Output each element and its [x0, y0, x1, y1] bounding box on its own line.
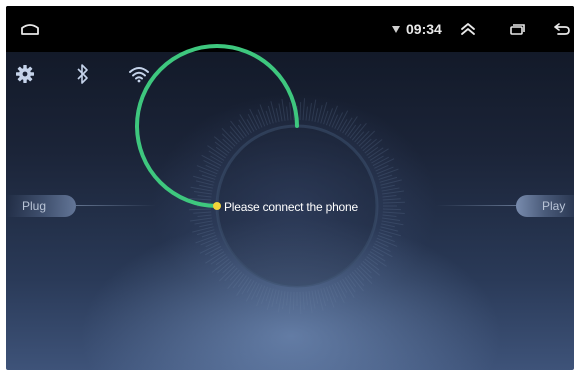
ring-indicator-dot: [213, 202, 221, 210]
halo-tick: [328, 285, 337, 303]
halo-tick: [282, 291, 286, 310]
halo-tick: [194, 220, 213, 225]
halo-tick: [381, 220, 404, 226]
halo-tick: [311, 99, 317, 122]
halo-tick: [259, 104, 269, 126]
halo-tick: [197, 214, 212, 217]
halo-tick: [374, 243, 391, 253]
halo-tick: [292, 291, 295, 310]
halo-tick: [314, 108, 319, 122]
halo-tick: [325, 286, 335, 308]
halo-tick: [382, 208, 401, 211]
halo-tick: [288, 291, 292, 314]
halo-tick: [336, 281, 347, 299]
halo-tick: [308, 291, 313, 314]
halo-tick: [257, 109, 266, 127]
halo-tick: [366, 256, 379, 266]
halo-tick: [275, 108, 280, 122]
halo-tick: [237, 124, 247, 137]
halo-tick: [311, 290, 316, 309]
halo-tick: [277, 290, 283, 313]
halo-tick: [299, 291, 302, 314]
halo-tick: [372, 156, 390, 167]
halo-tick: [250, 283, 260, 300]
halo-tick: [222, 138, 234, 149]
halo-tick: [371, 248, 384, 257]
head-unit-screen: 09:34 Plug Play Please connect the phone: [6, 6, 574, 370]
halo-tick: [360, 263, 372, 274]
halo-tick: [381, 223, 395, 228]
halo-tick: [347, 275, 357, 288]
halo-tick: [237, 275, 247, 288]
halo-tick: [286, 106, 289, 121]
halo-tick: [189, 217, 212, 222]
halo-tick: [278, 103, 283, 122]
halo-tick: [334, 112, 344, 129]
connection-ring-graphic: [135, 44, 405, 314]
halo-tick: [382, 198, 401, 201]
halo-tick: [190, 186, 213, 192]
halo-tick: [222, 263, 234, 274]
halo-tick: [305, 291, 308, 306]
halo-tick: [347, 124, 357, 137]
halo-tick: [302, 291, 305, 310]
halo-tick: [203, 159, 220, 169]
halo-tick: [260, 286, 269, 304]
halo-tick: [382, 217, 401, 221]
halo-tick: [382, 214, 397, 217]
halo-tick: [377, 168, 399, 178]
halo-tick: [193, 191, 212, 195]
halo-tick: [366, 146, 379, 156]
halo-tick: [193, 211, 212, 214]
halo-tick: [339, 280, 348, 293]
halo-tick: [360, 138, 372, 149]
halo-tick: [215, 256, 228, 266]
halo-tick: [382, 211, 405, 215]
halo-tick: [247, 113, 258, 131]
halo-tick: [305, 106, 308, 121]
halo-tick: [381, 187, 400, 192]
halo-tick: [204, 245, 222, 256]
halo-tick: [199, 169, 217, 178]
halo-tick: [210, 155, 223, 164]
halo-tick: [246, 119, 255, 132]
halo-tick: [371, 155, 384, 164]
halo-tick: [382, 201, 405, 204]
halo-tick: [229, 269, 240, 281]
halo-tick: [377, 234, 395, 243]
halo-tick: [354, 131, 365, 143]
halo-tick: [381, 184, 395, 189]
halo-tick: [382, 195, 397, 198]
halo-tick: [286, 291, 289, 306]
halo-tick: [197, 195, 212, 198]
halo-tick: [376, 166, 394, 175]
halo-tick: [302, 98, 306, 121]
halo-tick: [229, 131, 240, 143]
halo-tick: [299, 102, 302, 121]
halo-tick: [289, 102, 292, 121]
halo-tick: [210, 248, 223, 257]
halo-tick: [246, 280, 255, 293]
halo-tick: [189, 197, 212, 201]
connection-status-text: Please connect the phone: [224, 200, 358, 214]
halo-tick: [314, 290, 319, 304]
halo-tick: [325, 108, 334, 126]
halo-tick: [200, 237, 218, 246]
halo-tick: [199, 184, 213, 189]
halo-tick: [354, 269, 365, 281]
halo-tick: [281, 98, 286, 121]
halo-tick: [199, 223, 213, 228]
halo-tick: [382, 190, 405, 195]
halo-tick: [189, 208, 212, 211]
halo-tick: [195, 234, 217, 244]
halo-tick: [339, 119, 348, 132]
halo-tick: [308, 102, 312, 121]
halo-tick: [275, 290, 280, 304]
halo-tick: [215, 146, 228, 156]
